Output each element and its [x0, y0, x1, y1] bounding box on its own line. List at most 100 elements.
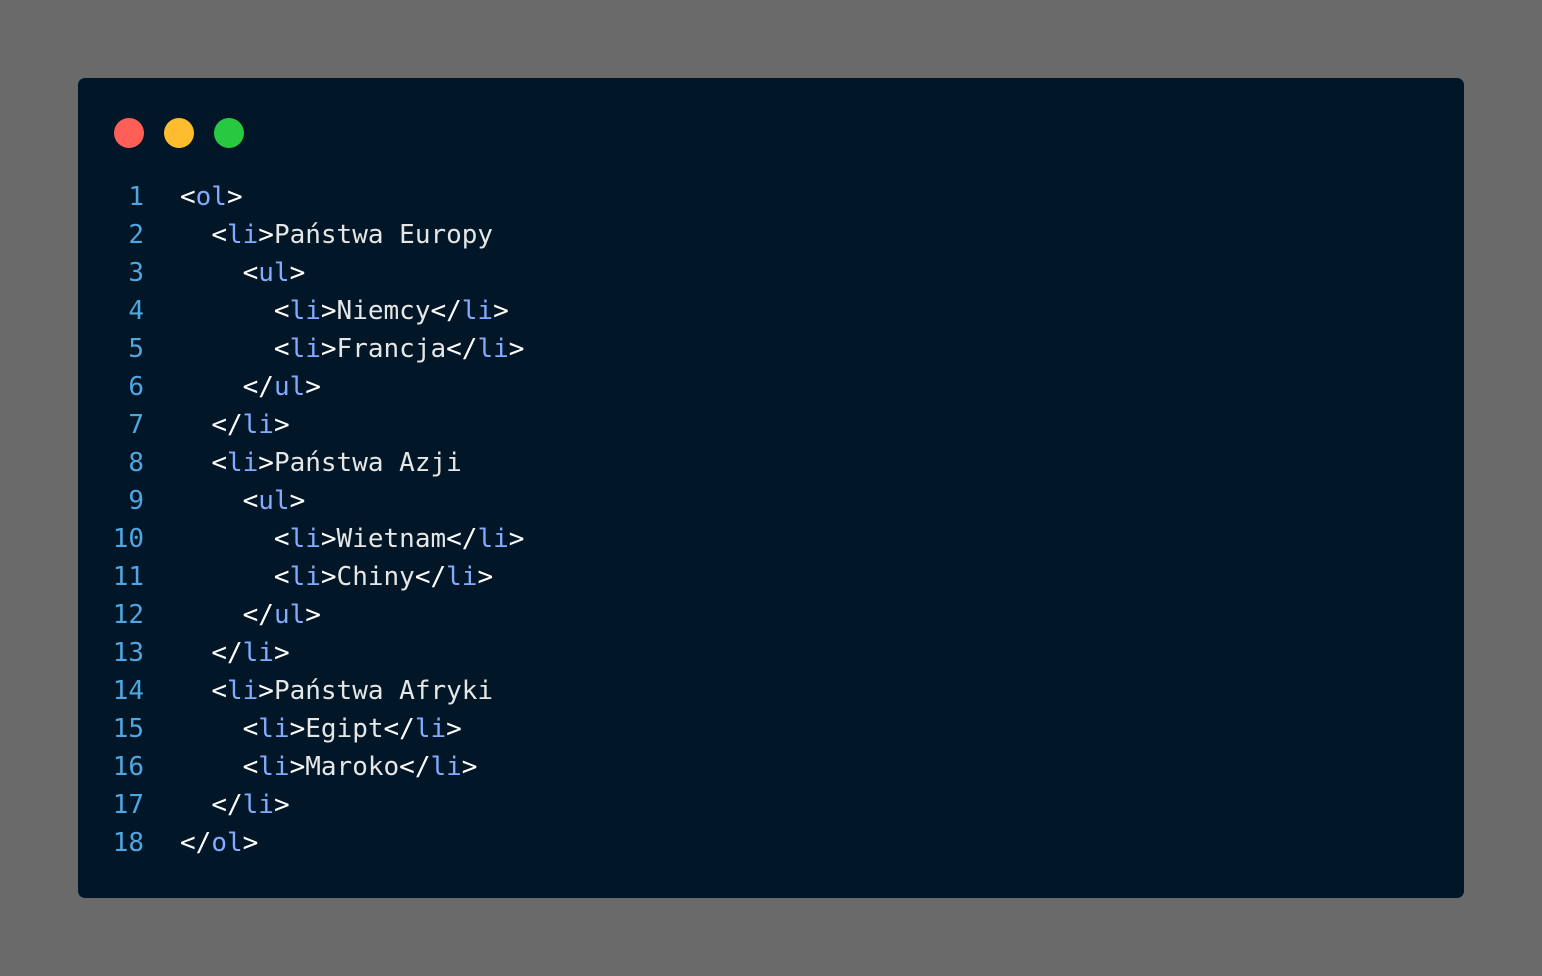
line-number: 8 — [128, 448, 144, 478]
code-punctuation: > — [305, 600, 321, 630]
code-punctuation: < — [211, 448, 227, 478]
code-punctuation: </ — [242, 372, 274, 402]
code-punctuation: > — [320, 562, 337, 592]
code-punctuation: < — [211, 676, 227, 706]
code-text: Państwa Afryki — [273, 676, 494, 706]
line-number: 6 — [128, 372, 144, 402]
code-punctuation: < — [273, 296, 290, 326]
code-content: <li>Państwa Azji — [180, 444, 462, 482]
code-tag-name: li — [414, 714, 447, 744]
maximize-dot-icon[interactable] — [214, 118, 244, 148]
code-content: </li> — [180, 406, 290, 444]
code-punctuation: > — [477, 562, 494, 592]
code-punctuation: </ — [446, 334, 478, 364]
line-number: 3 — [128, 258, 144, 288]
code-content: <li>Niemcy</li> — [180, 292, 509, 330]
line-number: 1 — [128, 182, 144, 212]
code-text: Niemcy — [336, 296, 431, 326]
code-content: <li>Egipt</li> — [180, 710, 462, 748]
code-tag-name: li — [430, 752, 462, 782]
code-punctuation: > — [273, 410, 290, 440]
line-number: 18 — [112, 828, 144, 858]
line-number: 7 — [128, 410, 144, 440]
code-line: 17 </li> — [78, 786, 524, 824]
code-punctuation: > — [446, 714, 462, 744]
code-punctuation: > — [320, 334, 337, 364]
line-number: 2 — [128, 220, 144, 250]
code-tag-name: li — [258, 752, 290, 782]
code-punctuation: </ — [383, 714, 415, 744]
line-number: 16 — [112, 752, 144, 782]
code-punctuation: > — [273, 790, 290, 820]
code-punctuation: > — [289, 714, 306, 744]
code-tag-name: li — [289, 524, 321, 554]
code-punctuation: </ — [211, 638, 243, 668]
code-line: 13 </li> — [78, 634, 524, 672]
code-text: Wietnam — [336, 524, 447, 554]
code-punctuation: < — [211, 220, 227, 250]
code-punctuation: > — [320, 524, 337, 554]
code-content: </ul> — [180, 368, 321, 406]
code-line: 14 <li>Państwa Afryki — [78, 672, 524, 710]
code-tag-name: li — [289, 562, 321, 592]
code-tag-name: li — [477, 334, 509, 364]
code-tag-name: ul — [258, 486, 290, 516]
code-line: 16 <li>Maroko</li> — [78, 748, 524, 786]
code-tag-name: li — [242, 638, 274, 668]
code-punctuation: < — [242, 258, 259, 288]
code-punctuation: > — [273, 638, 290, 668]
code-punctuation: < — [242, 486, 259, 516]
line-number: 10 — [112, 524, 144, 554]
code-tag-name: li — [226, 448, 259, 478]
code-line: 18 </ol> — [78, 824, 524, 862]
close-dot-icon[interactable] — [114, 118, 144, 148]
code-content: </li> — [180, 786, 290, 824]
code-punctuation: > — [493, 296, 509, 326]
line-number: 5 — [128, 334, 144, 364]
code-tag-name: li — [461, 296, 494, 326]
code-content: <li>Maroko</li> — [180, 748, 478, 786]
code-punctuation: > — [289, 752, 306, 782]
code-punctuation: > — [305, 372, 321, 402]
code-punctuation: > — [320, 296, 337, 326]
minimize-dot-icon[interactable] — [164, 118, 194, 148]
code-text: Chiny — [336, 562, 415, 592]
code-line: 7 </li> — [78, 406, 524, 444]
code-line: 6 </ul> — [78, 368, 524, 406]
code-content: </ol> — [180, 824, 258, 862]
line-number: 17 — [112, 790, 144, 820]
code-line: 9 <ul> — [78, 482, 524, 520]
code-punctuation: < — [273, 562, 290, 592]
code-punctuation: < — [273, 334, 290, 364]
code-punctuation: </ — [211, 790, 243, 820]
code-line: 4 <li>Niemcy</li> — [78, 292, 524, 330]
code-tag-name: li — [446, 562, 478, 592]
code-content: <ul> — [180, 482, 306, 520]
code-content: <ol> — [180, 178, 243, 216]
code-line: 2 <li>Państwa Europy — [78, 216, 524, 254]
code-punctuation: </ — [399, 752, 431, 782]
code-tag-name: li — [226, 220, 259, 250]
code-line: 5 <li>Francja</li> — [78, 330, 524, 368]
line-number: 9 — [128, 486, 144, 516]
code-tag-name: ol — [195, 182, 227, 212]
code-punctuation: </ — [414, 562, 447, 592]
code-text: Państwa Europy — [273, 220, 494, 250]
line-number: 13 — [112, 638, 144, 668]
code-tag-name: li — [289, 296, 321, 326]
code-punctuation: </ — [446, 524, 478, 554]
code-punctuation: < — [242, 752, 259, 782]
code-content: <li>Państwa Europy — [180, 216, 493, 254]
code-tag-name: ul — [273, 600, 306, 630]
code-text: Państwa Azji — [273, 448, 462, 478]
code-content: </ul> — [180, 596, 321, 634]
code-tag-name: li — [289, 334, 321, 364]
code-window: 1 <ol> 2 <li>Państwa Europy 3 <ul> 4 <li>Nie… — [78, 78, 1464, 898]
code-tag-name: li — [242, 410, 274, 440]
code-punctuation: > — [461, 752, 478, 782]
code-text: Maroko — [305, 752, 400, 782]
code-line: 1 <ol> — [78, 178, 524, 216]
code-punctuation: < — [242, 714, 259, 744]
code-punctuation: </ — [242, 600, 274, 630]
code-punctuation: > — [289, 258, 306, 288]
